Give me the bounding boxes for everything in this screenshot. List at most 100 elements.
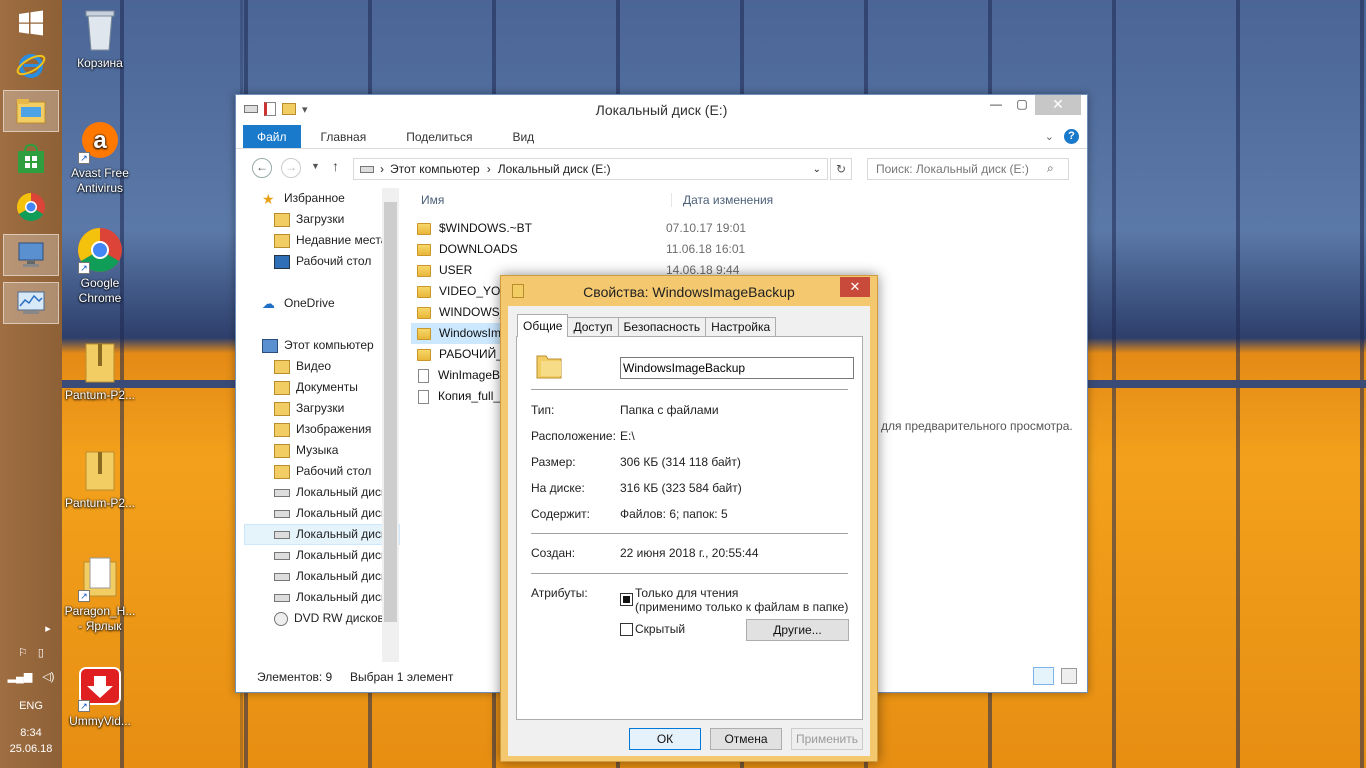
back-button[interactable]: ← [252,158,272,178]
apply-button[interactable]: Применить [791,728,863,750]
folder-icon [417,348,431,361]
address-dropdown-icon[interactable]: ⌄ [813,164,821,175]
minimize-button[interactable]: — [983,95,1009,115]
desktop-icon-paragon[interactable]: ↗ Paragon_H... - Ярлык [62,554,138,634]
nav-disk-e[interactable]: Локальный диск [244,524,400,545]
maximize-button[interactable]: ▢ [1009,95,1035,115]
language-indicator[interactable]: ENG [0,700,62,712]
start-button[interactable] [3,2,59,44]
tray-expand-arrow[interactable]: ▸ [42,622,54,635]
shortcut-arrow-icon: ↗ [78,152,90,164]
file-row[interactable]: DOWNLOADS 11.06.18 16:01 [411,239,806,260]
desktop-icon-pantum-1[interactable]: Pantum-P2... [62,338,138,403]
size-label: Размер: [531,455,576,469]
nav-this-pc[interactable]: Этот компьютер [262,335,400,356]
drive-icon [274,572,290,581]
tab-general[interactable]: Общие [517,314,569,337]
desktop-icon-pantum-2[interactable]: Pantum-P2... [62,446,138,511]
desktop-icon-avast[interactable]: a ↗ Avast Free Antivirus [62,116,138,196]
tab-home[interactable]: Главная [301,125,387,148]
recent-locations-icon[interactable]: ▼ [311,161,320,171]
created-value: 22 июня 2018 г., 20:55:44 [620,546,759,560]
svg-text:a: a [93,127,107,154]
tab-sharing[interactable]: Доступ [567,317,619,337]
desktop-icon-label: Paragon_H... - Ярлык [64,604,136,633]
network-signal-icon[interactable]: ▂▄▆ [8,671,33,683]
desktop-icon-recycle-bin[interactable]: Корзина [62,6,138,71]
help-icon[interactable]: ? [1064,129,1079,144]
computer-icon [262,338,278,353]
folder-name-input[interactable]: WindowsImageBackup [620,357,854,379]
zip-folder-icon [76,338,124,386]
dialog-titlebar[interactable]: Свойства: WindowsImageBackup ✕ [501,276,877,306]
properties-dialog: Свойства: WindowsImageBackup ✕ Общие Дос… [500,275,878,762]
nav-onedrive[interactable]: ☁ OneDrive [262,293,400,314]
details-view-icon[interactable] [1033,667,1054,685]
ribbon-right: ⌄ ? [1045,129,1079,144]
desktop-icon-label: Pantum-P2... [64,388,136,402]
navigation-pane: ★ Избранное Загрузки Недавние места Рабоч… [244,188,400,662]
advanced-button[interactable]: Другие... [746,619,849,641]
separator [531,533,848,534]
explorer-titlebar[interactable]: ▾ Локальный диск (E:) — ▢ ✕ [236,95,1087,125]
breadcrumb-thispc[interactable]: Этот компьютер [390,162,480,176]
desktop-icon-label: Avast Free Antivirus [71,166,129,195]
tab-customize[interactable]: Настройка [705,317,777,337]
file-explorer-icon [16,99,46,124]
power-icon[interactable]: ▯ [38,647,44,659]
taskbar-store-button[interactable] [3,138,59,180]
clock-date[interactable]: 25.06.18 [0,743,62,755]
dialog-close-button[interactable]: ✕ [840,277,870,297]
nav-favorites[interactable]: ★ Избранное [262,188,400,209]
type-value: Папка с файлами [620,403,719,417]
up-button[interactable]: ↑ [332,158,339,174]
location-label: Расположение: [531,429,616,443]
documents-folder-icon [274,380,290,395]
flag-icon[interactable]: ⚐ [18,647,28,659]
address-bar[interactable]: › Этот компьютер › Локальный диск (E:) ⌄ [353,158,828,180]
search-input[interactable]: Поиск: Локальный диск (E:) [867,158,1069,180]
column-date[interactable]: Дата изменения [671,193,791,207]
forward-button[interactable]: → [281,158,301,178]
taskbar: ▸ ⚐ ▯ ▂▄▆ ◁) ENG 8:34 25.06.18 [0,0,62,768]
chrome-icon: ↗ [76,226,124,274]
ok-button[interactable]: ОК [629,728,701,750]
scrollbar-thumb[interactable] [384,202,397,622]
clock-time[interactable]: 8:34 [0,727,62,739]
large-icons-view-icon[interactable] [1061,668,1077,684]
document-icon [418,389,429,404]
chrome-icon [17,193,45,221]
star-icon: ★ [262,190,275,207]
hidden-checkbox[interactable] [620,623,633,636]
breadcrumb-current[interactable]: Локальный диск (E:) [498,162,611,176]
desktop-icon-ummy[interactable]: ↗ UmmyVid... [62,664,138,729]
folder-shortcut-icon: ↗ [76,554,124,602]
taskbar-monitor-button[interactable] [3,282,59,324]
navigation-scrollbar[interactable] [382,188,399,662]
expand-ribbon-icon[interactable]: ⌄ [1045,130,1054,143]
cancel-button[interactable]: Отмена [710,728,782,750]
large-folder-icon [535,350,563,380]
location-value: E:\ [620,429,635,443]
tab-security[interactable]: Безопасность [617,317,707,337]
taskbar-network-button[interactable] [3,234,59,276]
refresh-button[interactable]: ↻ [830,158,852,180]
speaker-icon[interactable]: ◁) [42,671,54,683]
document-icon [418,368,429,383]
tab-share[interactable]: Поделиться [386,125,492,148]
type-label: Тип: [531,403,555,417]
dialog-title: Свойства: WindowsImageBackup [583,284,795,300]
tab-file[interactable]: Файл [243,125,301,148]
desktop-icon-chrome[interactable]: ↗ Google Chrome [62,226,138,306]
general-tab-panel: WindowsImageBackup Тип: Папка с файлами … [516,336,863,720]
column-name[interactable]: Имя [411,193,671,207]
taskbar-chrome-button[interactable] [3,186,59,228]
close-button[interactable]: ✕ [1035,95,1081,115]
taskbar-ie-button[interactable] [3,44,59,86]
tab-view[interactable]: Вид [492,125,554,148]
contains-label: Содержит: [531,507,590,521]
readonly-checkbox[interactable] [620,593,633,606]
taskbar-explorer-button[interactable] [3,90,59,132]
file-row[interactable]: $WINDOWS.~BT 07.10.17 19:01 [411,218,806,239]
item-count: Элементов: 9 [257,670,333,684]
